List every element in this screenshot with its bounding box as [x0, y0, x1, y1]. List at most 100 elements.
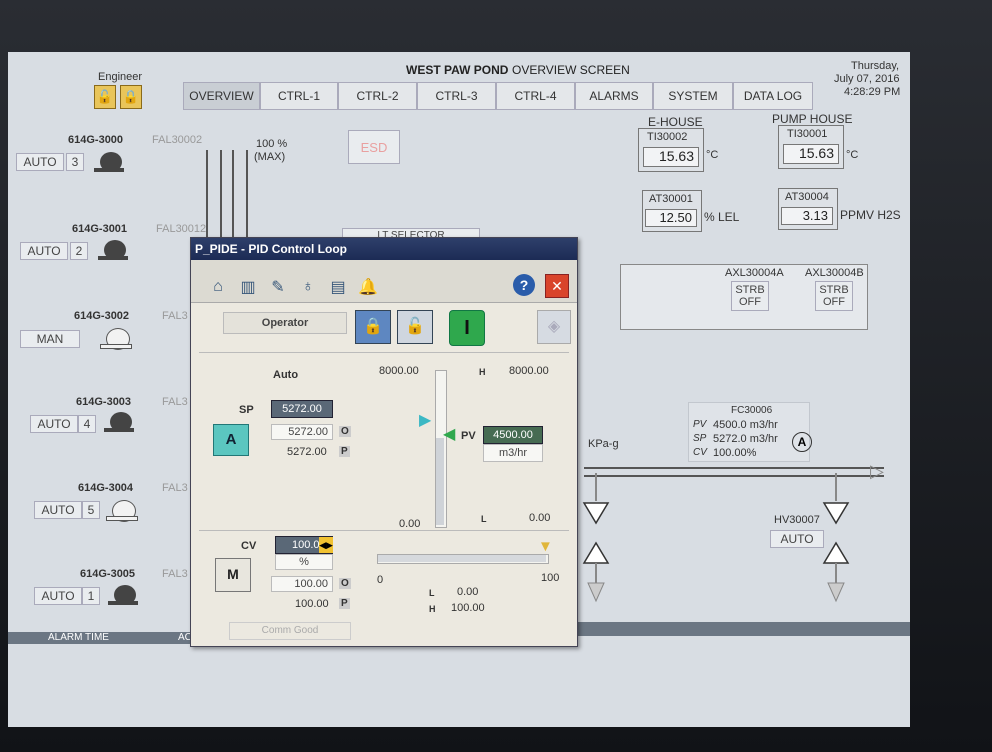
- user-label: Engineer: [98, 71, 143, 83]
- lock-icon[interactable]: 🔒: [355, 310, 391, 344]
- tab-overview[interactable]: OVERVIEW: [183, 82, 260, 110]
- valve-right-icon[interactable]: [820, 473, 852, 603]
- ehouse-temp-value: 15.63: [643, 147, 699, 167]
- flow-arrow-icon: ▷: [870, 461, 884, 481]
- pump-mode[interactable]: AUTO: [34, 501, 82, 519]
- pump-mode[interactable]: AUTO: [16, 153, 64, 171]
- tank-max: (MAX): [254, 151, 286, 163]
- sp-program-value: 5272.00: [287, 446, 327, 458]
- trend-icon[interactable]: ▤: [327, 276, 349, 298]
- h2s-unit: PPMV H2S: [840, 208, 901, 222]
- pv-pointer-icon: ◀: [443, 426, 456, 443]
- cv-bar-fill: [378, 555, 546, 562]
- tab-ctrl-2[interactable]: CTRL-2: [338, 82, 417, 110]
- pv-bar-fill: [436, 438, 444, 525]
- tank-percent: 100 %: [256, 138, 288, 150]
- lel-unit: % LEL: [704, 210, 740, 224]
- cv-operator-value[interactable]: 100.00: [271, 576, 333, 592]
- cv-bar-min: 0: [377, 574, 384, 586]
- tank-pipe: [232, 150, 248, 250]
- strobe-b-state: STRB: [819, 284, 849, 296]
- flow-controller-faceplate[interactable]: FC30006 PV 4500.0 m3/hr SP 5272.0 m3/hr …: [688, 402, 810, 462]
- cv-high-limit-label: H: [429, 604, 436, 614]
- tab-data-log[interactable]: DATA LOG: [733, 82, 813, 110]
- lel-value: 12.50: [645, 209, 697, 227]
- axl-a-tag: AXL30004A: [725, 267, 784, 279]
- pv-scale-max: 8000.00: [379, 365, 419, 377]
- cv-low-limit-label: L: [429, 588, 435, 598]
- pump-mode[interactable]: AUTO: [30, 415, 78, 433]
- diagnostics-icon[interactable]: ♁: [297, 276, 319, 298]
- cv-program-value: 100.00: [295, 598, 329, 610]
- cv-high-limit-value: 100.00: [451, 602, 485, 614]
- fc-mode-indicator[interactable]: A: [792, 432, 812, 452]
- esd-button[interactable]: ESD: [348, 130, 400, 164]
- strobe-a-value: OFF: [739, 296, 761, 308]
- tab-ctrl-3[interactable]: CTRL-3: [417, 82, 496, 110]
- h2s-value: 3.13: [781, 207, 833, 225]
- unlock-icon[interactable]: 🔓: [397, 310, 433, 344]
- faceplate-nav-icon[interactable]: ◈: [537, 310, 571, 344]
- screen-subtitle: OVERVIEW SCREEN: [512, 63, 630, 77]
- close-icon[interactable]: ✕: [545, 274, 569, 298]
- tab-system[interactable]: SYSTEM: [653, 82, 733, 110]
- pump-icon[interactable]: [94, 150, 128, 174]
- pump-sequence: 3: [66, 153, 84, 171]
- at1-tag: AT30001: [649, 193, 693, 205]
- cv-pointer-icon[interactable]: ▼: [538, 538, 553, 555]
- low-limit-label: L: [481, 514, 487, 524]
- manual-button[interactable]: M: [215, 558, 251, 592]
- lock-icon[interactable]: 🔒: [120, 85, 142, 109]
- divider: [199, 352, 569, 353]
- tab-ctrl-1[interactable]: CTRL-1: [260, 82, 338, 110]
- strobe-a-status[interactable]: STRB OFF: [731, 281, 769, 311]
- tab-alarms[interactable]: ALARMS: [575, 82, 653, 110]
- tab-ctrl-4[interactable]: CTRL-4: [496, 82, 575, 110]
- pump-tag: 614G-3002: [74, 310, 130, 322]
- fal-tag: FAL3: [162, 568, 188, 580]
- ehouse-tag: TI30002: [647, 131, 688, 143]
- pump-icon[interactable]: [106, 498, 140, 522]
- hv-mode[interactable]: AUTO: [770, 530, 824, 548]
- sp-operator-value[interactable]: 5272.00: [271, 424, 333, 440]
- pump-mode[interactable]: MAN: [20, 330, 80, 348]
- edit-icon[interactable]: ✎: [267, 276, 289, 298]
- pump-mode[interactable]: AUTO: [20, 242, 68, 260]
- operator-button[interactable]: Operator: [223, 312, 347, 334]
- hv-tag: HV30007: [774, 514, 820, 526]
- divider: [199, 530, 569, 531]
- trend-settings-icon[interactable]: ▥: [237, 276, 259, 298]
- fal-tag: FAL3: [162, 310, 188, 322]
- at2-tag: AT30004: [785, 191, 829, 203]
- pump-tag: 614G-3003: [76, 396, 132, 408]
- pv-unit: m3/hr: [483, 444, 543, 462]
- help-icon[interactable]: ?: [513, 274, 535, 296]
- sp-program-tag: P: [339, 446, 350, 457]
- fal-tag: FAL30002: [152, 134, 203, 146]
- cv-low-limit-value: 0.00: [457, 586, 479, 598]
- sp-pointer-icon[interactable]: ▶: [419, 410, 431, 430]
- pump-icon[interactable]: [108, 583, 142, 607]
- auto-button[interactable]: A: [213, 424, 249, 456]
- unlock-icon[interactable]: 🔓: [94, 85, 116, 109]
- valve-left-icon[interactable]: [580, 473, 612, 603]
- cv-label: CV: [241, 540, 257, 552]
- pump-tag: 614G-3005: [80, 568, 136, 580]
- pump-icon[interactable]: [100, 326, 134, 350]
- home-icon[interactable]: ⌂: [207, 276, 229, 298]
- sp-value[interactable]: 5272.00: [271, 400, 333, 418]
- pumphouse-temp-unit: °C: [846, 149, 859, 161]
- pump-icon[interactable]: [104, 410, 138, 434]
- fal-tag: FAL3: [162, 482, 188, 494]
- ehouse-label: E-HOUSE: [648, 115, 703, 129]
- cv-adjust-icon[interactable]: ◀▶: [319, 537, 333, 553]
- pump-icon[interactable]: [98, 238, 132, 262]
- axl-b-tag: AXL30004B: [805, 267, 864, 279]
- fc-sp-value: 5272.0 m3/hr: [713, 433, 778, 445]
- cv-operator-tag: O: [339, 578, 351, 589]
- alarm-bell-icon[interactable]: 🔔: [357, 276, 379, 298]
- strobe-b-status[interactable]: STRB OFF: [815, 281, 853, 311]
- strobe-b-value: OFF: [823, 296, 845, 308]
- pump-mode[interactable]: AUTO: [34, 587, 82, 605]
- auto-mode-label: Auto: [273, 369, 299, 381]
